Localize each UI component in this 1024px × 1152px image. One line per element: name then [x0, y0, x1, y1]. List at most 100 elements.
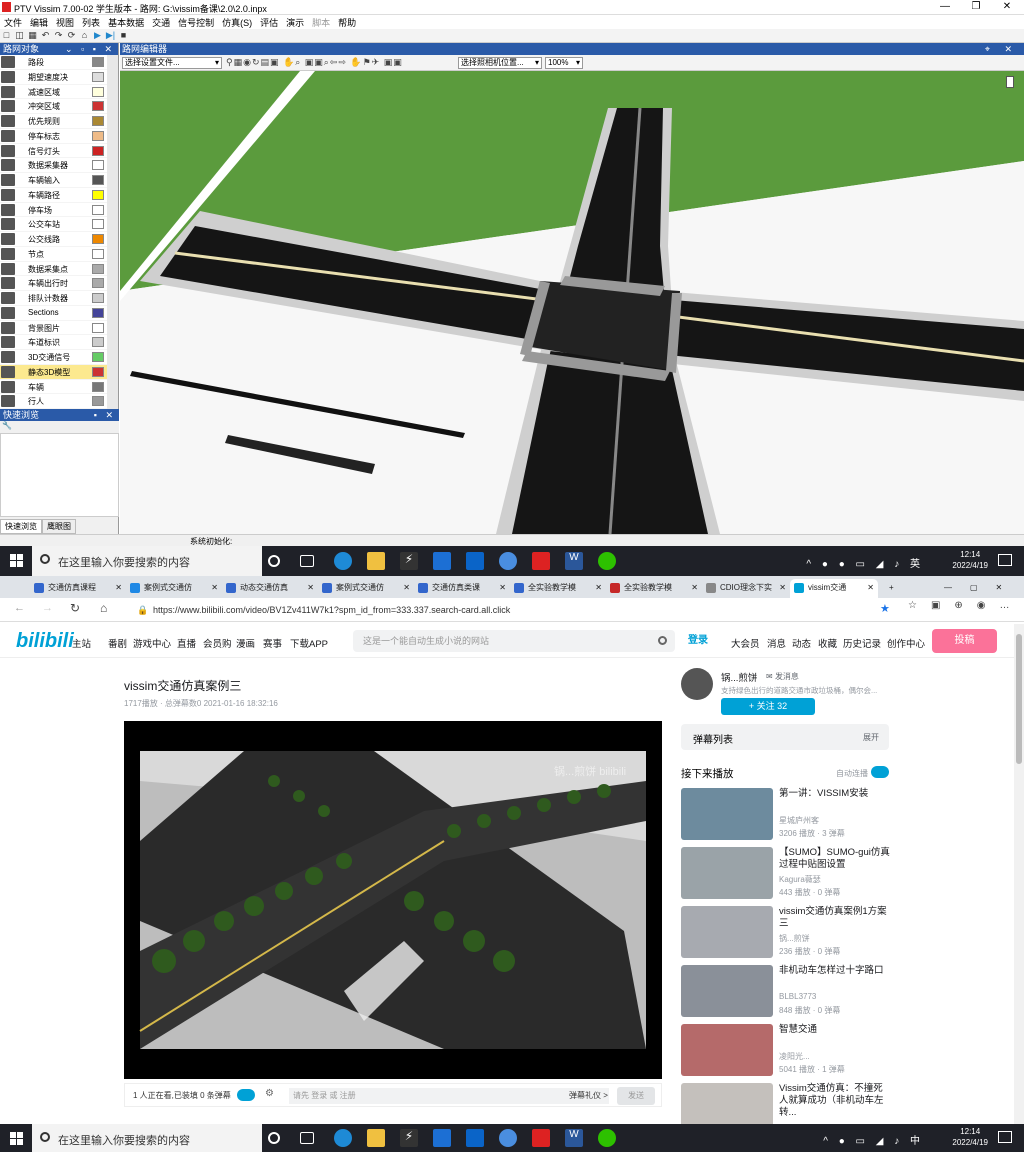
header-link-4[interactable]: 历史记录	[843, 636, 881, 650]
network-object-swatch[interactable]	[92, 352, 104, 362]
forward-icon[interactable]: →	[42, 602, 53, 614]
network-object-swatch[interactable]	[92, 278, 104, 289]
network-object-9[interactable]: 车辆路径	[0, 188, 107, 203]
recommended-video[interactable]: 智慧交通 凌阳光... 5041 播放 · 1 弹幕	[681, 1024, 893, 1080]
menu-traffic[interactable]: 交通	[148, 15, 174, 29]
recommended-video[interactable]: 第一讲：VISSIM安装 星城庐州客 3206 播放 · 3 弹幕	[681, 788, 893, 844]
system-tray-icons[interactable]: ^ ● ▭ ◢ ♪ 中	[823, 1132, 924, 1147]
uploader-name[interactable]: 锅...煎饼	[721, 670, 757, 684]
browser-tab-3[interactable]: 案例式交通仿 ✕	[318, 579, 414, 598]
new-file-icon[interactable]: □	[1, 30, 12, 41]
edge-icon[interactable]	[334, 1129, 352, 1147]
mail-icon[interactable]	[466, 552, 484, 570]
undo-icon[interactable]: ↶	[40, 30, 51, 41]
menu-base-data[interactable]: 基本数据	[104, 15, 148, 29]
video-thumbnail[interactable]	[681, 1024, 773, 1076]
recommended-video[interactable]: vissim交通仿真案例1方案三 锅...煎饼 236 播放 · 0 弹幕	[681, 906, 893, 962]
photos-icon[interactable]	[433, 552, 451, 570]
tab-close-icon[interactable]: ✕	[691, 579, 698, 596]
rec-author[interactable]: 锅...煎饼	[779, 933, 810, 944]
network-object-16[interactable]: 排队计数器	[0, 291, 107, 306]
recommended-video[interactable]: 【SUMO】SUMO-gui仿真过程中贴图设置 Kagura薇瑟 443 播放 · …	[681, 847, 893, 903]
refresh-icon[interactable]: ⟳	[66, 30, 77, 41]
danmaku-list-bar[interactable]: 弹幕列表 展开	[681, 724, 889, 750]
nav-link-0[interactable]: 主站	[72, 636, 91, 650]
tab-close-icon[interactable]: ✕	[211, 579, 218, 596]
danmaku-settings-icon[interactable]: ⚙	[265, 1088, 274, 1099]
network-object-17[interactable]: Sections	[0, 306, 107, 321]
network-object-swatch[interactable]	[92, 204, 104, 215]
notification-icon[interactable]	[998, 554, 1012, 566]
rec-author[interactable]: 凌阳光...	[779, 1051, 810, 1062]
header-link-0[interactable]: 大会员	[731, 636, 760, 650]
uploader-avatar[interactable]	[681, 668, 713, 700]
menu-edit[interactable]: 编辑	[26, 15, 52, 29]
tab-close-icon[interactable]: ✕	[403, 579, 410, 596]
upload-button[interactable]: 投稿	[932, 629, 997, 653]
network-object-swatch[interactable]	[92, 322, 104, 333]
network-object-swatch[interactable]	[92, 381, 104, 392]
login-button[interactable]: 登录	[688, 631, 714, 651]
clock[interactable]: 12:14 2022/4/19	[952, 549, 988, 571]
network-object-swatch[interactable]	[92, 175, 104, 185]
quick-view-controls-icon[interactable]: ▪ ✕	[94, 409, 116, 421]
rec-author[interactable]: Kagura薇瑟	[779, 874, 821, 885]
nav-link-7[interactable]: 下载APP	[290, 636, 328, 650]
tab-quick-view[interactable]: 快速浏览	[0, 519, 42, 534]
network-object-swatch[interactable]	[92, 101, 104, 112]
network-object-swatch[interactable]	[92, 160, 104, 171]
network-object-2[interactable]: 减速区域	[0, 85, 107, 100]
network-object-swatch[interactable]	[92, 189, 104, 200]
browser-tab-1[interactable]: 案例式交通仿 ✕	[126, 579, 222, 598]
network-object-21[interactable]: 静态3D模型	[0, 364, 107, 380]
network-object-swatch[interactable]	[92, 86, 104, 97]
close-icon[interactable]: ✕	[992, 1, 1022, 12]
tab-close-icon[interactable]: ✕	[595, 579, 602, 596]
video-player[interactable]: 锅...煎饼 bilibili	[124, 721, 662, 1079]
cortana-icon[interactable]	[268, 1132, 280, 1144]
reload-icon[interactable]: ↻	[70, 601, 80, 615]
header-link-3[interactable]: 收藏	[818, 636, 837, 650]
editor-pin-icon[interactable]: ⌖ ✕	[985, 43, 1018, 55]
network-object-0[interactable]: 路段	[0, 55, 107, 70]
menu-view[interactable]: 视图	[52, 15, 78, 29]
wechat-icon[interactable]	[598, 552, 616, 570]
nav-link-4[interactable]: 会员购	[203, 636, 232, 650]
favorite-star-icon[interactable]: ★	[880, 602, 890, 615]
task-view-icon[interactable]	[300, 555, 314, 567]
browser-tab-7[interactable]: CDIO理念下实 ✕	[702, 579, 790, 598]
network-object-13[interactable]: 节点	[0, 247, 107, 262]
browser-tab-4[interactable]: 交通仿真类课 ✕	[414, 579, 510, 598]
browser-tab-6[interactable]: 全实验教学模 ✕	[606, 579, 702, 598]
network-object-12[interactable]: 公交线路	[0, 232, 107, 247]
network-object-swatch[interactable]	[92, 307, 104, 318]
video-thumbnail[interactable]	[681, 788, 773, 840]
menu-file[interactable]: 文件	[0, 15, 26, 29]
browser-window-controls[interactable]: —▢✕	[940, 579, 1024, 598]
video-thumbnail[interactable]	[681, 965, 773, 1017]
follow-button[interactable]: + 关注 32	[721, 698, 815, 715]
tab-close-icon[interactable]: ✕	[779, 579, 786, 596]
system-tray-icons[interactable]: ^ ● ● ▭ ◢ ♪ 英	[806, 555, 924, 570]
menu-help[interactable]: 帮助	[334, 15, 360, 29]
explorer-icon[interactable]	[367, 1129, 385, 1147]
windows-start-icon[interactable]	[10, 1132, 23, 1145]
open-file-icon[interactable]: ◫	[14, 30, 25, 41]
zoom-select[interactable]: 100% ▾	[545, 57, 583, 69]
menu-scripts[interactable]: 脚本	[308, 15, 334, 29]
network-object-swatch[interactable]	[92, 293, 104, 303]
tab-close-icon[interactable]: ✕	[307, 579, 314, 596]
notification-icon[interactable]	[998, 1131, 1012, 1143]
network-object-8[interactable]: 车辆输入	[0, 173, 107, 188]
tab-smart-map[interactable]: 鹰眼图	[42, 519, 76, 534]
step-icon[interactable]: ▶|	[105, 30, 116, 41]
network-object-10[interactable]: 停车场	[0, 203, 107, 218]
browser-tab-5[interactable]: 全实验教学模 ✕	[510, 579, 606, 598]
network-object-swatch[interactable]	[92, 130, 104, 141]
app-bolt-icon[interactable]: ⚡	[400, 1129, 418, 1147]
network-object-6[interactable]: 信号灯头	[0, 144, 107, 159]
rec-author[interactable]: BLBL3773	[779, 992, 816, 1001]
redo-icon[interactable]: ↷	[53, 30, 64, 41]
browser-action-icons[interactable]: ☆▣⊕◉…	[908, 600, 1024, 611]
rec-title[interactable]: 【SUMO】SUMO-gui仿真过程中贴图设置	[779, 847, 891, 871]
